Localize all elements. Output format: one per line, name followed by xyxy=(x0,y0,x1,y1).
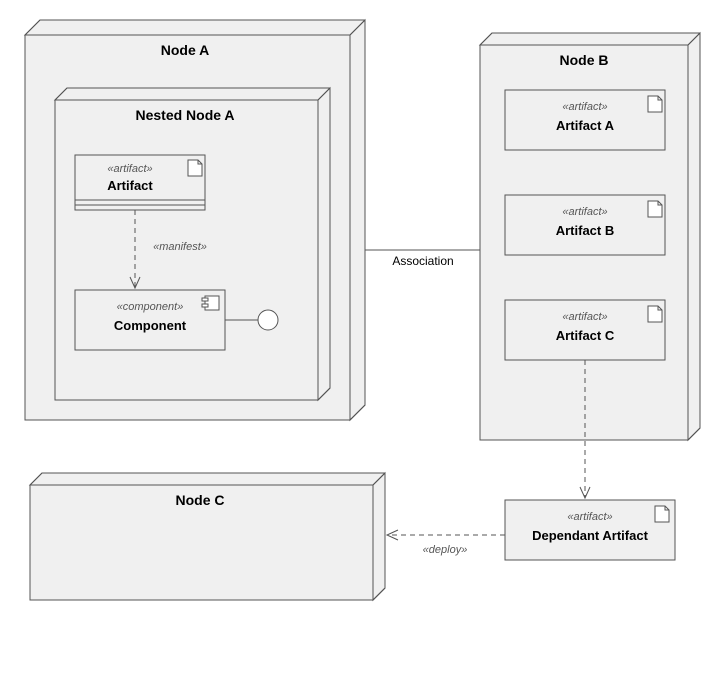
document-icon xyxy=(655,506,669,522)
artifact-c-box: «artifact» Artifact C xyxy=(505,300,665,360)
artifact-a-name: Artifact A xyxy=(556,118,615,133)
deploy-label: «deploy» xyxy=(423,544,468,556)
dependant-artifact-box: «artifact» Dependant Artifact xyxy=(505,500,675,560)
artifact-a-stereotype: «artifact» xyxy=(562,101,607,113)
interface-lollipop-icon xyxy=(258,310,278,330)
deployment-diagram: Node A Nested Node A «artifact» Artifact… xyxy=(0,0,725,691)
artifact-stereotype: «artifact» xyxy=(107,163,152,175)
artifact-box: «artifact» Artifact xyxy=(75,155,205,210)
manifest-label: «manifest» xyxy=(153,241,207,253)
artifact-name: Artifact xyxy=(107,178,153,193)
dependant-stereotype: «artifact» xyxy=(567,511,612,523)
dependant-name: Dependant Artifact xyxy=(532,528,648,543)
node-c: Node C xyxy=(30,473,385,600)
node-b-title: Node B xyxy=(560,52,609,68)
artifact-c-name: Artifact C xyxy=(556,328,615,343)
document-icon xyxy=(648,306,662,322)
component-icon xyxy=(202,296,219,310)
component-stereotype: «component» xyxy=(117,301,184,313)
artifact-b-name: Artifact B xyxy=(556,223,615,238)
artifact-b-box: «artifact» Artifact B xyxy=(505,195,665,255)
nested-node-a-title: Nested Node A xyxy=(135,107,234,123)
association-relation: Association xyxy=(365,250,480,268)
association-label: Association xyxy=(392,254,453,268)
document-icon xyxy=(188,160,202,176)
node-c-title: Node C xyxy=(176,492,225,508)
document-icon xyxy=(648,201,662,217)
component-name: Component xyxy=(114,318,187,333)
artifact-a-box: «artifact» Artifact A xyxy=(505,90,665,150)
deploy-relation: «deploy» xyxy=(387,535,505,556)
artifact-c-stereotype: «artifact» xyxy=(562,311,607,323)
node-a-title: Node A xyxy=(161,42,209,58)
document-icon xyxy=(648,96,662,112)
artifact-b-stereotype: «artifact» xyxy=(562,206,607,218)
